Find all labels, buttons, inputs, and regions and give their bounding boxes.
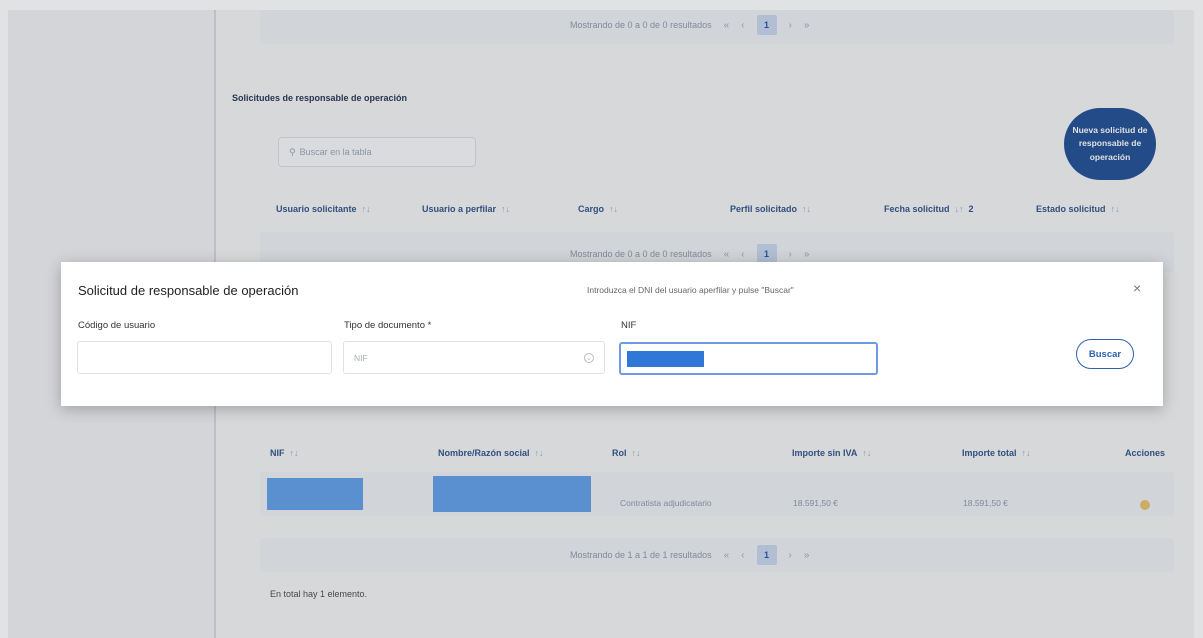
tipo-documento-value: NIF	[354, 352, 368, 363]
buscar-button[interactable]: Buscar	[1076, 339, 1134, 369]
nif-label: NIF	[621, 320, 637, 331]
modal-title: Solicitud de responsable de operación	[78, 283, 299, 298]
redacted-nif-value	[627, 351, 704, 367]
codigo-usuario-label: Código de usuario	[78, 320, 156, 331]
modal-hint: Introduzca el DNI del usuario aperfilar …	[587, 285, 794, 295]
tipo-documento-select[interactable]: NIF ⌄	[343, 341, 605, 374]
nif-input[interactable]	[619, 342, 878, 375]
codigo-usuario-input[interactable]	[77, 341, 332, 374]
tipo-documento-label: Tipo de documento *	[344, 320, 432, 331]
close-icon[interactable]: ×	[1133, 280, 1141, 296]
chevron-down-icon: ⌄	[584, 352, 594, 363]
request-modal: Solicitud de responsable de operación In…	[61, 262, 1163, 406]
